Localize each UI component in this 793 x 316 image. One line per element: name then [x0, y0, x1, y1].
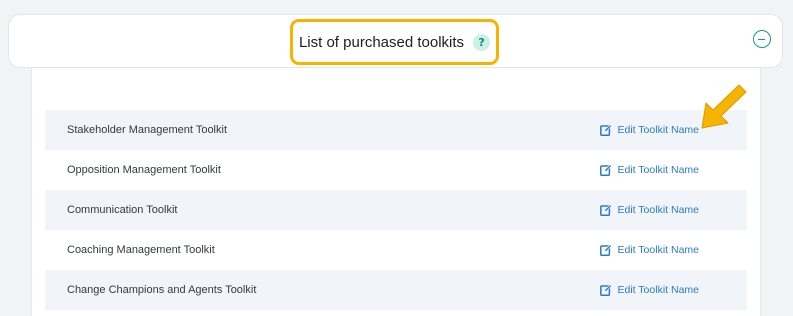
- page-title: List of purchased toolkits: [298, 33, 465, 51]
- edit-icon: [600, 244, 613, 256]
- help-icon[interactable]: ?: [473, 33, 491, 51]
- edit-icon: [600, 124, 613, 136]
- toolkit-list: Stakeholder Management Toolkit Edit Tool…: [45, 110, 747, 310]
- edit-toolkit-name-label: Edit Toolkit Name: [617, 284, 699, 296]
- toolkit-name: Communication Toolkit: [67, 204, 178, 216]
- edit-toolkit-name-link[interactable]: Edit Toolkit Name: [600, 244, 699, 256]
- pointer-arrow-icon: [701, 84, 747, 129]
- edit-toolkit-name-link[interactable]: Edit Toolkit Name: [600, 124, 699, 136]
- toolkit-name: Coaching Management Toolkit: [67, 244, 215, 256]
- edit-toolkit-name-link[interactable]: Edit Toolkit Name: [600, 204, 699, 216]
- edit-toolkit-name-label: Edit Toolkit Name: [617, 244, 699, 256]
- edit-icon: [600, 284, 613, 296]
- edit-icon: [600, 164, 613, 176]
- edit-toolkit-name-link[interactable]: Edit Toolkit Name: [600, 164, 699, 176]
- toolkit-list-panel: Stakeholder Management Toolkit Edit Tool…: [31, 68, 761, 316]
- toolkit-row: Coaching Management Toolkit Edit Toolkit…: [45, 230, 747, 270]
- toolkit-name: Stakeholder Management Toolkit: [67, 124, 228, 136]
- edit-toolkit-name-label: Edit Toolkit Name: [617, 204, 699, 216]
- toolkit-row: Opposition Management Toolkit Edit Toolk…: [45, 150, 747, 190]
- highlighted-title-box: List of purchased toolkits ?: [290, 19, 499, 65]
- toolkit-name: Change Champions and Agents Toolkit: [67, 284, 257, 296]
- edit-icon: [600, 204, 613, 216]
- edit-toolkit-name-label: Edit Toolkit Name: [617, 164, 699, 176]
- toolkit-name: Opposition Management Toolkit: [67, 164, 221, 176]
- edit-toolkit-name-link[interactable]: Edit Toolkit Name: [600, 284, 699, 296]
- collapse-icon[interactable]: [753, 30, 771, 48]
- toolkit-row: Stakeholder Management Toolkit Edit Tool…: [45, 110, 747, 150]
- edit-toolkit-name-label: Edit Toolkit Name: [617, 124, 699, 136]
- toolkits-header-card: List of purchased toolkits ?: [8, 14, 783, 68]
- toolkit-row: Change Champions and Agents Toolkit Edit…: [45, 270, 747, 310]
- toolkits-page: List of purchased toolkits ? Stakeholder…: [0, 0, 793, 316]
- toolkit-row: Communication Toolkit Edit Toolkit Name: [45, 190, 747, 230]
